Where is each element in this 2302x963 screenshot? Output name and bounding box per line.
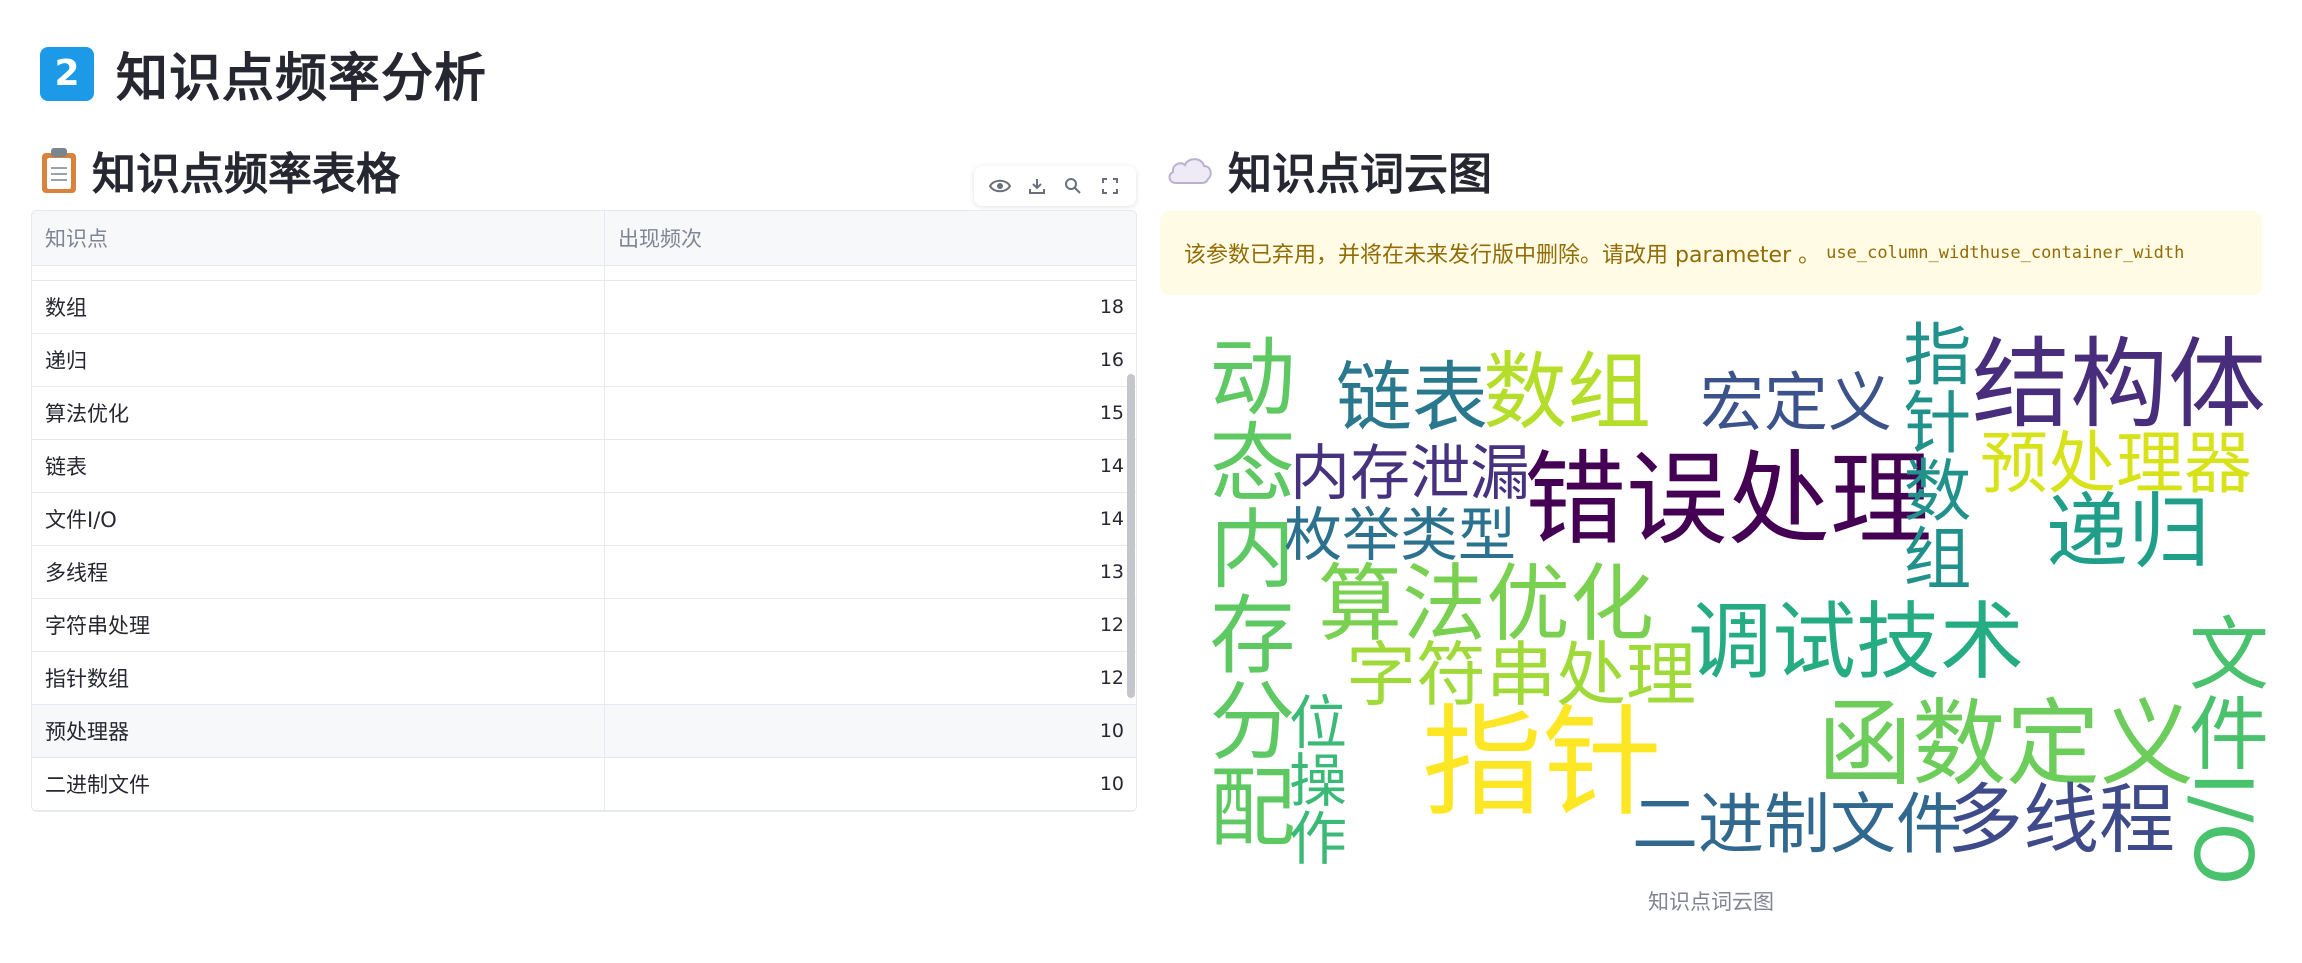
cloud-panel-title: 知识点词云图 — [1228, 149, 1492, 200]
cell-topic[interactable]: 多线程 — [32, 546, 605, 598]
cell-topic[interactable]: 链表 — [32, 440, 605, 492]
cell-count[interactable]: 14 — [605, 493, 1136, 545]
cell-count[interactable]: 14 — [605, 440, 1136, 492]
table-row[interactable]: 多线程 13 — [32, 546, 1136, 599]
cell-topic[interactable]: 文件I/O — [32, 493, 605, 545]
table-row-partial — [32, 266, 1136, 281]
word-cloud: 结构体 错误处理 链表 数组 宏定义 指针数组 预处理器 内存泄漏 动态内存分配… — [1188, 316, 2269, 886]
cell-topic[interactable]: 预处理器 — [32, 705, 605, 757]
cloud-word: 宏定义 — [1700, 367, 1892, 441]
column-header-count[interactable]: 出现频次 — [605, 211, 1136, 265]
table-row[interactable]: 数组 18 — [32, 281, 1136, 334]
cell-count[interactable]: 16 — [605, 334, 1136, 386]
cloud-word: 内存泄漏 — [1290, 439, 1530, 509]
cloud-word: 错误处理 — [1524, 441, 1932, 560]
fullscreen-icon[interactable] — [1096, 172, 1124, 200]
table-row[interactable]: 二进制文件 10 — [32, 758, 1136, 811]
cell-count[interactable]: 12 — [605, 652, 1136, 704]
search-icon[interactable] — [1059, 172, 1087, 200]
cloud-word: 调试技术 — [1688, 593, 2025, 691]
cell-topic[interactable]: 指针数组 — [32, 652, 605, 704]
table-scrollbar[interactable] — [1127, 374, 1135, 698]
cloud-caption: 知识点词云图 — [1648, 890, 1774, 914]
cloud-word: 二进制文件 — [1632, 786, 1962, 863]
cell-topic[interactable]: 二进制文件 — [32, 758, 605, 810]
table-toolbar — [974, 166, 1136, 206]
table-panel-header: 知识点频率表格 — [40, 138, 400, 202]
cloud-word: 位操作 — [1279, 692, 1347, 866]
table-row[interactable]: 链表 14 — [32, 440, 1136, 493]
column-header-topic[interactable]: 知识点 — [32, 211, 605, 265]
cloud-word: 动态内存分配 — [1194, 332, 1294, 848]
cell-count[interactable]: 12 — [605, 599, 1136, 651]
table-row[interactable]: 字符串处理 12 — [32, 599, 1136, 652]
cloud-panel-header: 知识点词云图 — [1166, 138, 1492, 202]
cell-count[interactable]: 13 — [605, 546, 1136, 598]
cloud-word: 递归 — [2046, 485, 2211, 580]
deprecation-warning: 该参数已弃用，并将在未来发行版中删除。请改用 parameter 。 use_c… — [1160, 211, 2262, 295]
warning-text: 该参数已弃用，并将在未来发行版中删除。请改用 parameter 。 — [1184, 243, 1821, 268]
cloud-word: 指针 — [1422, 694, 1662, 833]
frequency-table[interactable]: 知识点 出现频次 数组 18 递归 16 算法优化 15 链表 14 文件I/O… — [31, 210, 1137, 812]
cell-topic[interactable]: 算法优化 — [32, 387, 605, 439]
table-row[interactable]: 预处理器 10 — [32, 705, 1136, 758]
section-number-badge: 2 — [40, 46, 94, 101]
section-header: 2 知识点频率分析 — [40, 36, 487, 111]
cell-count[interactable]: 10 — [605, 705, 1136, 757]
section-title: 知识点频率分析 — [116, 49, 488, 109]
table-row[interactable]: 递归 16 — [32, 334, 1136, 387]
cloud-icon — [1168, 158, 1212, 184]
table-row[interactable]: 文件I/O 14 — [32, 493, 1136, 546]
visibility-eye-icon[interactable] — [986, 172, 1014, 200]
table-row[interactable]: 算法优化 15 — [32, 387, 1136, 440]
cell-topic[interactable]: 字符串处理 — [32, 599, 605, 651]
cloud-word: 指针数组 — [1891, 319, 1970, 591]
cloud-word: 多线程 — [1947, 775, 2175, 864]
download-icon[interactable] — [1023, 172, 1051, 200]
cloud-word: 数组 — [1483, 343, 1652, 441]
cell-count[interactable]: 15 — [605, 387, 1136, 439]
cell-topic[interactable]: 递归 — [32, 334, 605, 386]
cell-topic[interactable]: 数组 — [32, 281, 605, 333]
cell-count[interactable]: 18 — [605, 281, 1136, 333]
table-panel-title: 知识点频率表格 — [92, 149, 400, 200]
clipboard-icon — [40, 147, 78, 193]
table-header: 知识点 出现频次 — [32, 211, 1136, 266]
cloud-word: 结构体 — [1972, 328, 2267, 442]
cell-count[interactable]: 10 — [605, 758, 1136, 810]
cloud-word: 文件I/O — [2176, 612, 2269, 886]
table-row[interactable]: 指针数组 12 — [32, 652, 1136, 705]
warning-code: use_column_widthuse_container_width — [1826, 243, 2185, 263]
cloud-word: 链表 — [1336, 353, 1488, 442]
